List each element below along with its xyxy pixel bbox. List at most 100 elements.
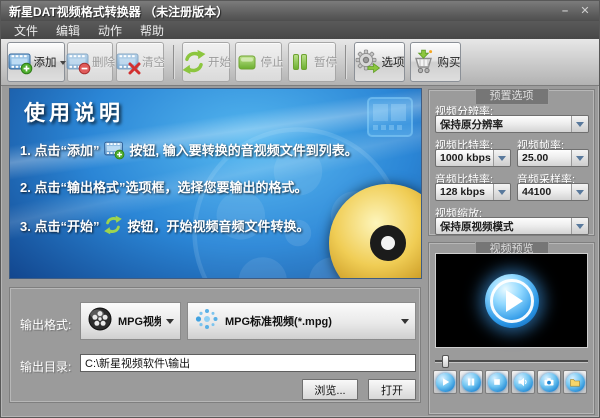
output-dir-input[interactable] xyxy=(80,354,416,372)
open-button[interactable]: 打开 xyxy=(368,379,416,400)
close-button[interactable]: ✕ xyxy=(579,4,591,18)
audio-samplerate-select[interactable]: 44100 xyxy=(517,183,589,201)
clear-button-label: 清空 xyxy=(142,54,165,70)
add-button-label: 添加 xyxy=(34,54,57,70)
options-button-label: 选项 xyxy=(382,54,405,70)
audio-samplerate-value: 44100 xyxy=(518,186,571,198)
minimize-button[interactable]: – xyxy=(559,4,571,18)
film-delete-icon xyxy=(65,49,91,75)
pause-button-label: 暂停 xyxy=(314,54,337,70)
instruction-banner: 使用说明 1. 点击“添加” 按钮, 输入要转换的音视频文件到列表。 2. 点击… xyxy=(9,88,422,279)
menubar: 文件 编辑 动作 帮助 xyxy=(1,21,599,39)
seek-slider[interactable] xyxy=(435,355,588,368)
preview-pause-button[interactable] xyxy=(459,370,483,394)
preset-options-panel: 预置选项 视频分辨率: 保持原分辨率 视频比特率: 视频帧率: 1000 kbp… xyxy=(428,89,595,236)
chevron-down-icon[interactable] xyxy=(571,184,588,200)
video-framerate-value: 25.00 xyxy=(518,152,571,164)
preview-snapshot-button[interactable] xyxy=(537,370,561,394)
film-add-icon xyxy=(103,138,125,160)
output-format-category-select[interactable]: MPG视频 xyxy=(80,302,181,340)
delete-button[interactable]: 删除 xyxy=(67,42,113,82)
open-button-label: 打开 xyxy=(381,382,403,398)
browse-button-label: 浏览... xyxy=(314,382,345,398)
banner-heading: 使用说明 xyxy=(24,97,124,127)
output-format-profile-select[interactable]: MPG标准视频(*.mpg) xyxy=(187,302,416,340)
folder-icon xyxy=(566,373,585,392)
chevron-down-icon[interactable] xyxy=(493,184,510,200)
video-bitrate-select[interactable]: 1000 kbps xyxy=(435,149,511,167)
menu-help[interactable]: 帮助 xyxy=(131,22,173,39)
film-clear-icon xyxy=(115,49,141,75)
preview-open-folder-button[interactable] xyxy=(563,370,587,394)
video-bitrate-value: 1000 kbps xyxy=(436,152,493,164)
output-format-profile-value: MPG标准视频(*.mpg) xyxy=(225,313,396,329)
chevron-down-icon[interactable] xyxy=(571,116,588,132)
toolbar: 添加 删除 xyxy=(1,39,599,86)
step1-text-post: 按钮, 输入要转换的音视频文件到列表。 xyxy=(129,140,357,159)
output-dir-label: 输出目录: xyxy=(20,358,71,375)
clear-button[interactable]: 清空 xyxy=(116,42,164,82)
window-title: 新星DAT视频格式转换器 （未注册版本） xyxy=(9,3,228,20)
video-scale-select[interactable]: 保持原视频模式 xyxy=(435,217,589,235)
menu-edit[interactable]: 编辑 xyxy=(47,22,89,39)
stop-icon xyxy=(488,373,507,392)
preview-play-button[interactable] xyxy=(433,370,457,394)
speaker-icon xyxy=(514,373,533,392)
buy-button-label: 购买 xyxy=(438,54,461,70)
stop-button-label: 停止 xyxy=(261,54,284,70)
pause-convert-button[interactable]: 暂停 xyxy=(288,42,336,82)
pause-bars-icon xyxy=(287,49,313,75)
play-icon xyxy=(436,373,455,392)
chevron-down-icon[interactable] xyxy=(493,150,510,166)
buy-button[interactable]: 购买 xyxy=(410,42,461,82)
step1-text-pre: 1. 点击“添加” xyxy=(20,140,99,159)
convert-arrows-icon xyxy=(181,49,207,75)
stop-square-icon xyxy=(234,49,260,75)
film-reel-icon xyxy=(87,306,113,337)
output-format-label: 输出格式: xyxy=(20,316,71,333)
start-button-label: 开始 xyxy=(208,54,231,70)
chevron-down-icon xyxy=(401,319,409,328)
banner-step-2: 2. 点击“输出格式”选项框，选择您要输出的格式。 xyxy=(20,177,307,196)
media-controls xyxy=(433,370,587,394)
shopping-cart-icon xyxy=(411,49,437,75)
film-frame-icon xyxy=(367,97,413,142)
menu-action[interactable]: 动作 xyxy=(89,22,131,39)
options-button[interactable]: 选项 xyxy=(354,42,405,82)
chevron-down-icon[interactable] xyxy=(571,150,588,166)
camera-icon xyxy=(540,373,559,392)
chevron-down-icon[interactable] xyxy=(571,218,588,234)
audio-bitrate-select[interactable]: 128 kbps xyxy=(435,183,511,201)
seek-slider-track[interactable] xyxy=(435,360,588,362)
browse-button[interactable]: 浏览... xyxy=(302,379,358,400)
video-preview-panel: 视频预览 xyxy=(428,242,595,415)
titlebar: 新星DAT视频格式转换器 （未注册版本） – ✕ xyxy=(1,1,599,21)
video-resolution-value: 保持原分辨率 xyxy=(436,117,571,132)
audio-bitrate-value: 128 kbps xyxy=(436,186,493,198)
video-preview-screen[interactable] xyxy=(435,253,588,348)
toolbar-separator xyxy=(173,45,174,79)
video-framerate-select[interactable]: 25.00 xyxy=(517,149,589,167)
banner-step-1: 1. 点击“添加” 按钮, 输入要转换的音视频文件到列表。 xyxy=(20,138,358,160)
preview-volume-button[interactable] xyxy=(511,370,535,394)
delete-button-label: 删除 xyxy=(92,54,115,70)
output-format-category-value: MPG视频 xyxy=(118,313,161,329)
seek-slider-thumb[interactable] xyxy=(442,355,449,368)
gear-icon xyxy=(355,49,381,75)
chevron-down-icon xyxy=(166,319,174,328)
pause-icon xyxy=(462,373,481,392)
convert-arrows-icon xyxy=(103,215,123,235)
add-button[interactable]: 添加 xyxy=(7,42,65,82)
video-resolution-select[interactable]: 保持原分辨率 xyxy=(435,115,589,133)
menu-file[interactable]: 文件 xyxy=(5,22,47,39)
stop-convert-button[interactable]: 停止 xyxy=(235,42,282,82)
start-button[interactable]: 开始 xyxy=(182,42,230,82)
format-dots-icon xyxy=(194,306,220,337)
toolbar-separator xyxy=(345,45,346,79)
film-add-icon xyxy=(7,49,33,75)
step3-text-pre: 3. 点击“开始” xyxy=(20,216,99,235)
step3-text-post: 按钮，开始视频音频文件转换。 xyxy=(127,216,309,235)
app-window: 新星DAT视频格式转换器 （未注册版本） – ✕ 文件 编辑 动作 帮助 xyxy=(0,0,600,418)
play-overlay-button[interactable] xyxy=(485,274,539,328)
preview-stop-button[interactable] xyxy=(485,370,509,394)
